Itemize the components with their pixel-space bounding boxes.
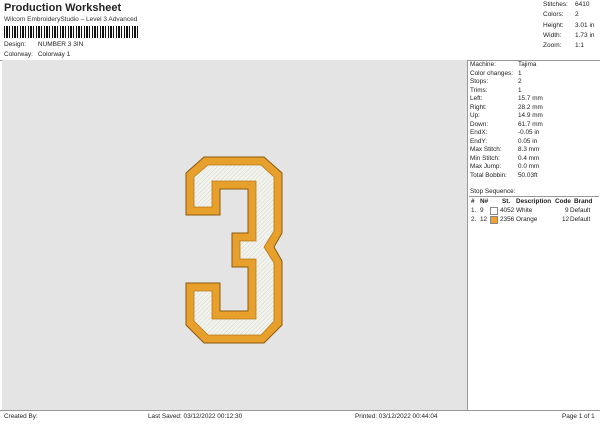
col-brand: Brand bbox=[574, 198, 593, 205]
colorway-label: Colorway: bbox=[4, 51, 33, 58]
design-row: Design: NUMBER 3 3IN bbox=[4, 41, 83, 48]
detail-row: EndX: -0.05 in bbox=[470, 129, 540, 136]
footer-page: Page 1 of 1 bbox=[562, 413, 595, 420]
detail-row: Left: 15.7 mm bbox=[470, 95, 543, 102]
design-preview bbox=[2, 60, 468, 410]
color-swatch bbox=[490, 207, 498, 215]
footer-printed: Printed: 03/12/2022 00:44:04 bbox=[355, 413, 438, 420]
col-index: # bbox=[471, 198, 475, 205]
footer-last-saved: Last Saved: 03/12/2022 00:12:30 bbox=[148, 413, 243, 420]
barcode bbox=[4, 26, 139, 38]
detail-row: Right: 28.2 mm bbox=[470, 103, 543, 111]
footer-created-by: Created By: bbox=[4, 413, 38, 420]
stat-colors: Colors: 2 bbox=[543, 11, 579, 19]
stop-sequence-title: Stop Sequence: bbox=[470, 188, 516, 195]
table-row: 2. 12 2356 Orange 12 Default bbox=[471, 216, 591, 224]
detail-row: Down: 61.7 mm bbox=[470, 120, 543, 128]
page-title: Production Worksheet bbox=[4, 2, 122, 14]
detail-row: Min Stitch: 0.4 mm bbox=[470, 154, 540, 162]
stats-summary: Stitches: 6410 Colors: 2 Height: 3.01 in Wi… bbox=[543, 1, 599, 52]
table-row: 1. 9 4052 White 9 Default bbox=[471, 207, 591, 215]
stat-height: Height: 3.01 in bbox=[543, 21, 595, 29]
colorway-value: Colorway 1 bbox=[37, 51, 71, 58]
col-description: Description bbox=[516, 198, 552, 205]
table-header: # N# St. Description Code Brand bbox=[469, 197, 599, 206]
colorway-row: Colorway: Colorway 1 bbox=[4, 51, 70, 58]
detail-row: EndY: 0.05 in bbox=[470, 137, 538, 145]
stat-width: Width: 1.73 in bbox=[543, 31, 595, 39]
detail-row: Stops: 2 bbox=[470, 78, 522, 85]
software-name: Wilcom EmbroideryStudio – Level 3 Advanc… bbox=[4, 16, 138, 23]
detail-row: Color changes: 1 bbox=[470, 69, 522, 77]
detail-row: Up: 14.9 mm bbox=[470, 112, 543, 119]
col-n: N# bbox=[480, 198, 489, 205]
detail-row: Max Stitch: 8.3 mm bbox=[470, 146, 540, 153]
col-code: Code bbox=[555, 198, 571, 205]
footer-divider bbox=[0, 410, 600, 411]
col-st: St. bbox=[502, 198, 511, 205]
detail-row: Machine: Tajima bbox=[470, 61, 537, 68]
stat-stitches: Stitches: 6410 bbox=[543, 1, 590, 8]
detail-row: Total Bobbin: 50.03ft bbox=[470, 171, 538, 179]
stop-sequence-table: # N# St. Description Code Brand 1. 9 405… bbox=[469, 196, 599, 224]
detail-row: Trims: 1 bbox=[470, 86, 522, 94]
design-value: NUMBER 3 3IN bbox=[37, 41, 84, 48]
detail-row: Max Jump: 0.0 mm bbox=[470, 163, 540, 170]
machine-details: Machine: Tajima Color changes: 1 Stops: 2 T… bbox=[470, 61, 598, 180]
number-three-design bbox=[185, 156, 283, 344]
color-swatch bbox=[490, 216, 498, 224]
stat-zoom: Zoom: 1:1 bbox=[543, 42, 585, 50]
design-label: Design: bbox=[4, 41, 27, 48]
